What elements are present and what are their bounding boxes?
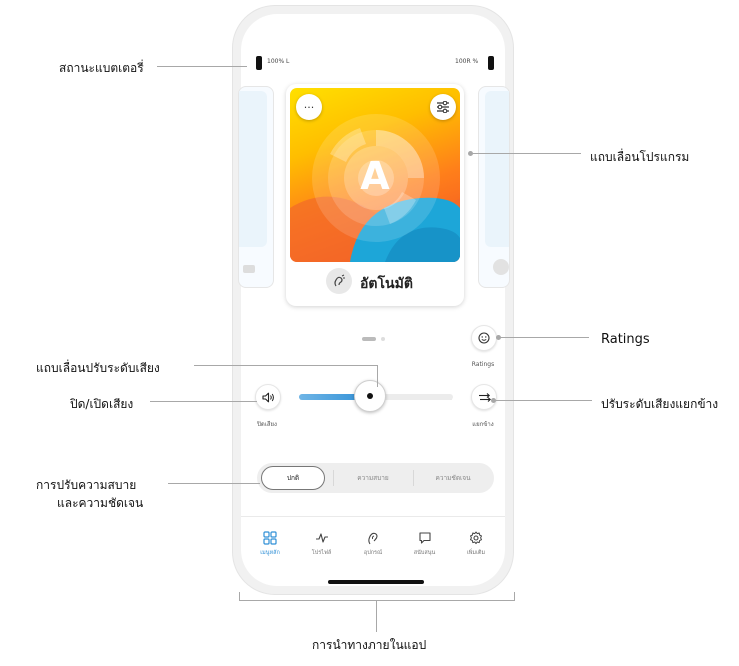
home-indicator [328,580,424,584]
annotation-line-vertical [377,365,378,387]
pulse-icon [315,533,328,543]
ear-icon [368,532,378,545]
segment-divider [333,470,334,486]
segment-divider [413,470,414,486]
nav-label-devices: อุปกรณ์ [363,550,383,556]
nav-divider [241,516,505,517]
annotation-ratings: Ratings [601,332,650,347]
adjust-settings-button[interactable] [430,94,456,120]
ratings-button-label: Ratings [471,361,495,368]
annotation-bracket [239,592,515,601]
segment-comfort[interactable]: ความสบาย [335,466,411,490]
annotation-line [471,153,581,154]
comfort-clarity-segmented-control: ปกติ ความสบาย ความชัดเจน [257,463,494,493]
annotation-comfort-clarity-1: การปรับความสบาย [36,478,137,492]
annotation-program-slider: แถบเลื่อนโปรแกรม [590,150,690,164]
split-volume-label: แยกข้าง [472,421,494,428]
more-icon: ··· [303,100,315,114]
carousel-next-card[interactable] [478,86,510,288]
left-battery-label: 100% L [267,58,290,65]
program-name: อัตโนมัติ [360,276,413,292]
mute-button-label: ปิดเสียง [257,421,277,428]
segment-clarity[interactable]: ความชัดเจน [415,466,491,490]
program-card[interactable]: A ··· อัตโนมัติ [286,84,464,306]
carousel-prev-card[interactable] [238,86,274,288]
more-options-button[interactable]: ··· [296,94,322,120]
speaker-icon [261,392,274,402]
program-type-badge [326,268,352,294]
grid-icon [263,531,277,545]
left-battery-icon [256,56,262,70]
nav-item-devices[interactable]: อุปกรณ์ [353,531,393,557]
split-volume-button[interactable] [471,384,497,410]
annotation-line [168,483,260,484]
annotation-line [157,66,247,67]
segment-normal[interactable]: ปกติ [261,466,325,490]
nav-label-support: สนับสนุน [413,550,436,556]
sliders-icon [437,101,449,113]
nav-label-profile: โปรไฟล์ [311,550,332,556]
nav-item-profile[interactable]: โปรไฟล์ [302,531,342,557]
right-battery-icon [488,56,494,70]
program-letter: A [360,154,390,198]
annotation-comfort-clarity-2: และความชัดเจน [57,496,144,510]
annotation-line-vertical [376,600,377,632]
gear-icon [470,531,482,545]
right-battery-label: 100R % [455,58,479,65]
annotation-volume-slider: แถบเลื่อนปรับระดับเสียง [36,361,160,375]
annotation-line [150,401,257,402]
annotation-line [499,337,589,338]
nav-label-home: เมนูหลัก [260,550,280,556]
mute-button[interactable] [255,384,281,410]
volume-slider-thumb[interactable] [354,380,386,412]
chat-icon [418,532,431,544]
bottom-navigation: เมนูหลัก โปรไฟล์ อุปกรณ์ สนับสนุน เพิ่มเ… [250,531,496,557]
nav-item-support[interactable]: สนับสนุน [405,531,445,557]
ratings-button[interactable] [471,325,497,351]
ear-sound-icon [334,274,345,287]
page-indicator-dot [381,337,385,341]
annotation-mute: ปิด/เปิดเสียง [70,397,134,411]
annotation-line [194,365,378,366]
page-indicator-active [362,337,376,341]
nav-label-more: เพิ่มเติม [466,550,486,556]
annotation-app-navigation: การนำทางภายในแอป [312,638,427,652]
smiley-icon [478,332,490,344]
nav-item-more[interactable]: เพิ่มเติม [456,531,496,557]
annotation-battery-status: สถานะแบตเตอรี่ [59,61,144,75]
annotation-line [494,400,592,401]
annotation-split-volume: ปรับระดับเสียงแยกข้าง [601,397,719,411]
nav-item-home[interactable]: เมนูหลัก [250,531,290,557]
split-arrows-icon [478,392,491,402]
